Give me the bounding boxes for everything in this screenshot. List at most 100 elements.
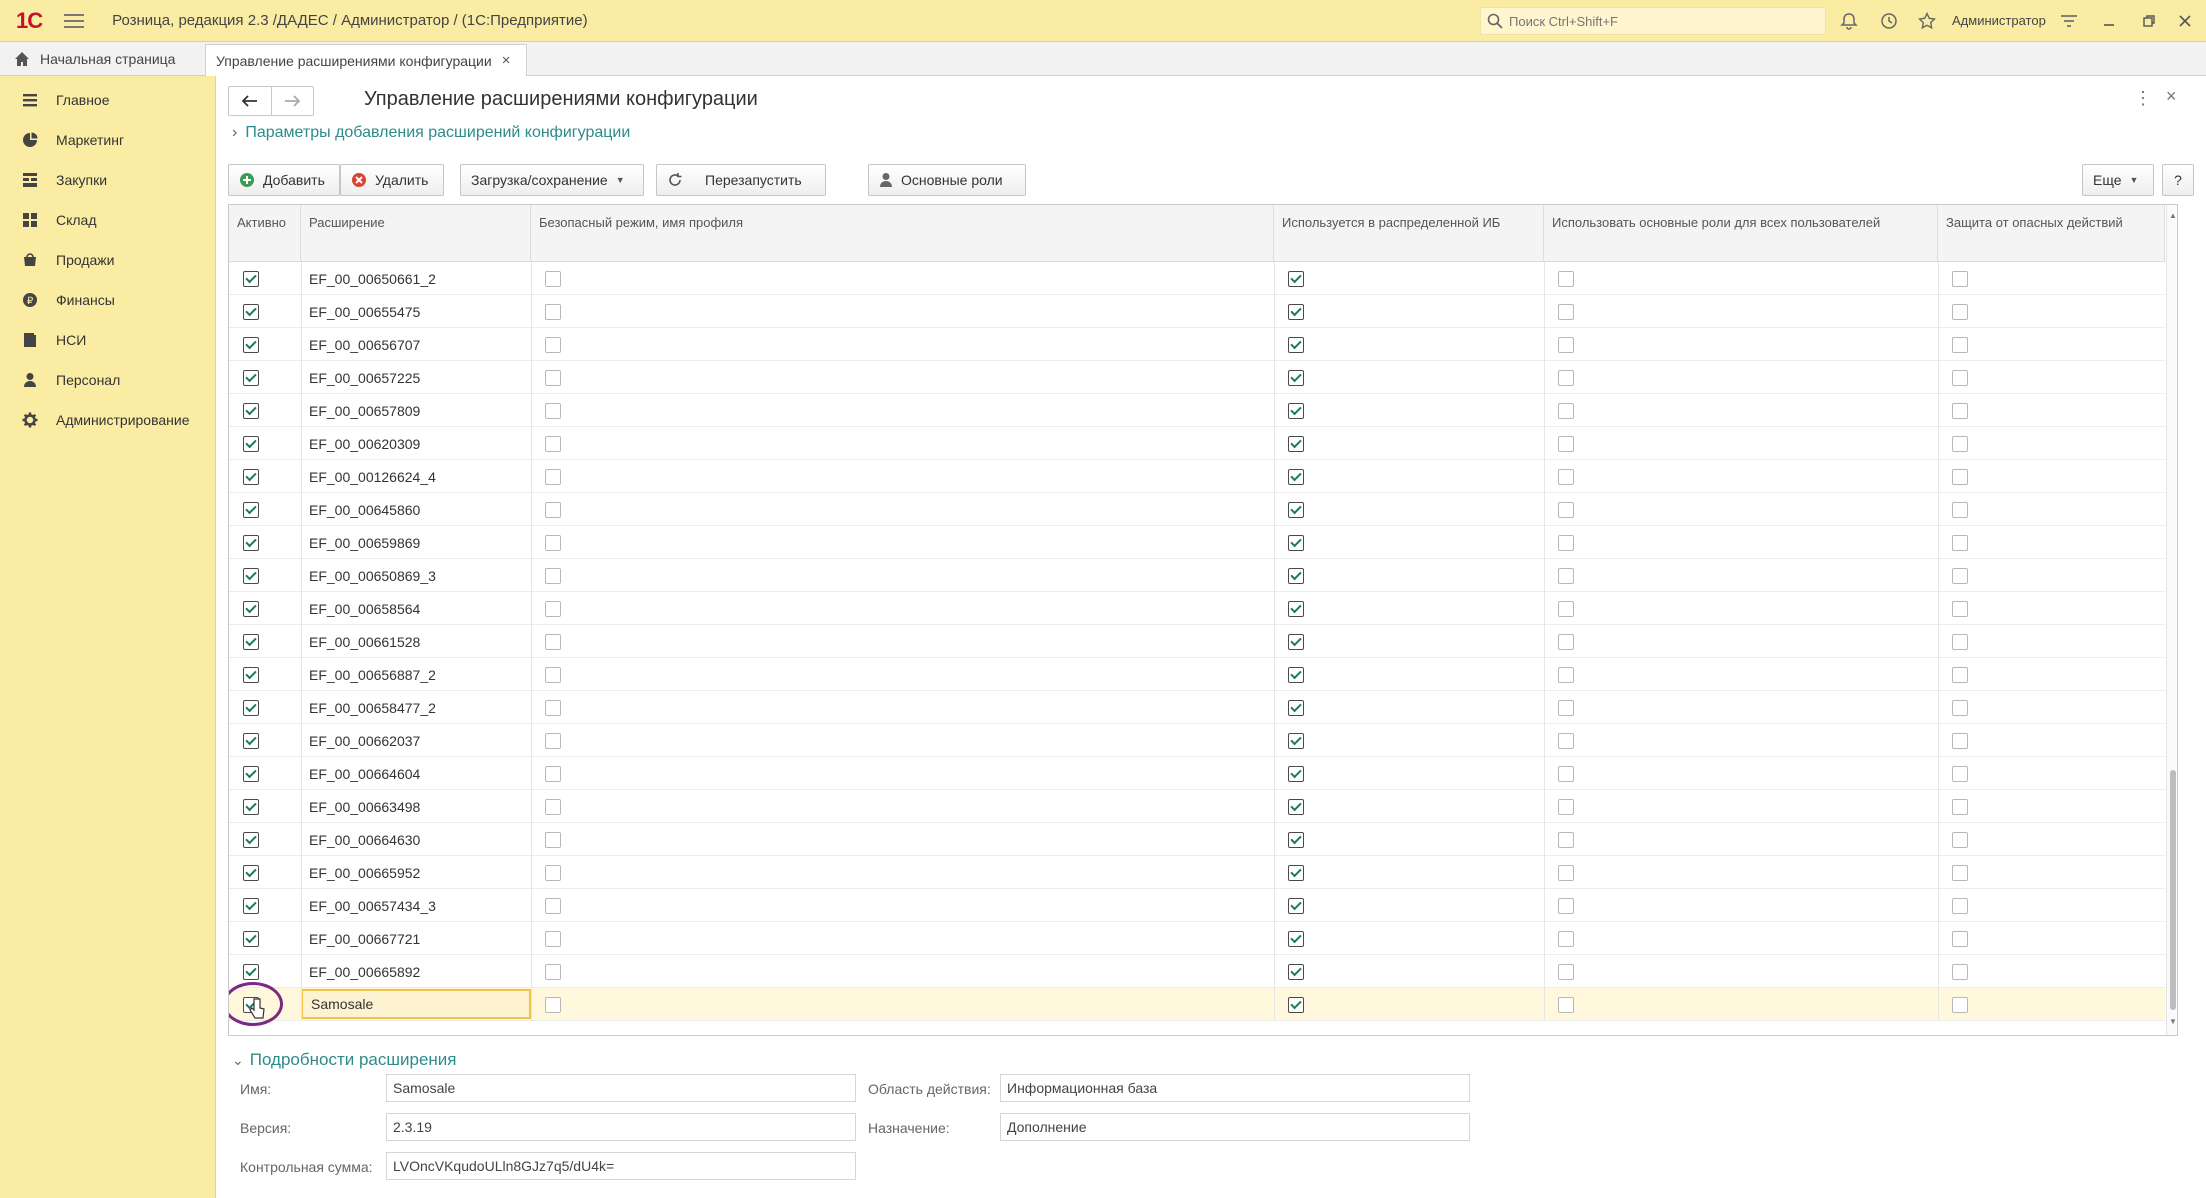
main-roles-checkbox[interactable] <box>1558 468 1574 485</box>
table-row[interactable]: EF_00_00663498 <box>229 790 2165 823</box>
protection-checkbox[interactable] <box>1952 699 1968 716</box>
delete-button[interactable]: Удалить <box>340 164 444 196</box>
column-header-active[interactable]: Активно <box>229 205 301 262</box>
table-row[interactable]: EF_00_00664630 <box>229 823 2165 856</box>
protection-checkbox[interactable] <box>1952 798 1968 815</box>
sidebar-item-administration[interactable]: Администрирование <box>0 400 215 440</box>
protection-checkbox[interactable] <box>1952 831 1968 848</box>
sidebar-item-warehouse[interactable]: Склад <box>0 200 215 240</box>
main-roles-checkbox[interactable] <box>1558 930 1574 947</box>
safe-mode-checkbox[interactable] <box>545 567 561 584</box>
scroll-down-icon[interactable]: ▼ <box>2169 1017 2177 1026</box>
table-row[interactable]: EF_00_00667721 <box>229 922 2165 955</box>
help-button[interactable]: ? <box>2162 164 2194 196</box>
active-checkbox[interactable] <box>243 765 259 782</box>
distributed-checkbox[interactable] <box>1288 435 1304 452</box>
name-field[interactable]: Samosale <box>386 1074 856 1102</box>
tab-extensions[interactable]: Управление расширениями конфигурации × <box>205 44 527 76</box>
hamburger-menu-icon[interactable] <box>64 13 85 28</box>
active-checkbox[interactable] <box>243 732 259 749</box>
active-checkbox[interactable] <box>243 303 259 320</box>
column-header-protection[interactable]: Защита от опасных действий <box>1938 205 2165 262</box>
sidebar-item-finance[interactable]: ₽ Финансы <box>0 280 215 320</box>
protection-checkbox[interactable] <box>1952 567 1968 584</box>
table-row[interactable]: EF_00_00620309 <box>229 427 2165 460</box>
main-roles-checkbox[interactable] <box>1558 402 1574 419</box>
column-header-safe-mode[interactable]: Безопасный режим, имя профиля <box>531 205 1274 262</box>
table-row[interactable]: EF_00_00662037 <box>229 724 2165 757</box>
back-button[interactable] <box>229 87 271 115</box>
active-checkbox[interactable] <box>243 600 259 617</box>
safe-mode-checkbox[interactable] <box>545 270 561 287</box>
active-checkbox[interactable] <box>243 666 259 683</box>
main-roles-checkbox[interactable] <box>1558 303 1574 320</box>
main-roles-checkbox[interactable] <box>1558 864 1574 881</box>
active-checkbox[interactable] <box>243 270 259 287</box>
details-group-toggle[interactable]: ⌄ Подробности расширения <box>232 1050 457 1070</box>
search-input[interactable] <box>1509 13 1809 29</box>
active-checkbox[interactable] <box>243 831 259 848</box>
table-row[interactable]: EF_00_00655475 <box>229 295 2165 328</box>
active-checkbox[interactable] <box>243 336 259 353</box>
safe-mode-checkbox[interactable] <box>545 402 561 419</box>
distributed-checkbox[interactable] <box>1288 600 1304 617</box>
main-roles-checkbox[interactable] <box>1558 336 1574 353</box>
table-row[interactable]: EF_00_00650661_2 <box>229 262 2165 295</box>
table-row[interactable]: EF_00_00658564 <box>229 592 2165 625</box>
main-roles-checkbox[interactable] <box>1558 732 1574 749</box>
protection-checkbox[interactable] <box>1952 369 1968 386</box>
protection-checkbox[interactable] <box>1952 666 1968 683</box>
table-row[interactable]: EF_00_00657434_3 <box>229 889 2165 922</box>
table-row[interactable]: Samosale <box>229 982 2165 1026</box>
distributed-checkbox[interactable] <box>1288 963 1304 980</box>
protection-checkbox[interactable] <box>1952 864 1968 881</box>
distributed-checkbox[interactable] <box>1288 468 1304 485</box>
protection-checkbox[interactable] <box>1952 600 1968 617</box>
active-checkbox[interactable] <box>243 633 259 650</box>
sidebar-item-personnel[interactable]: Персонал <box>0 360 215 400</box>
table-row[interactable]: EF_00_00657225 <box>229 361 2165 394</box>
safe-mode-checkbox[interactable] <box>545 765 561 782</box>
tab-close-icon[interactable]: × <box>502 52 511 69</box>
protection-checkbox[interactable] <box>1952 270 1968 287</box>
safe-mode-checkbox[interactable] <box>545 303 561 320</box>
sidebar-item-purchases[interactable]: Закупки <box>0 160 215 200</box>
favorites-star-icon[interactable] <box>1916 10 1938 32</box>
table-row[interactable]: EF_00_00656887_2 <box>229 658 2165 691</box>
main-roles-checkbox[interactable] <box>1558 831 1574 848</box>
protection-checkbox[interactable] <box>1952 732 1968 749</box>
distributed-checkbox[interactable] <box>1288 501 1304 518</box>
form-close-icon[interactable]: × <box>2166 86 2177 107</box>
safe-mode-checkbox[interactable] <box>545 600 561 617</box>
safe-mode-checkbox[interactable] <box>545 996 561 1013</box>
protection-checkbox[interactable] <box>1952 897 1968 914</box>
protection-checkbox[interactable] <box>1952 468 1968 485</box>
current-user[interactable]: Администратор <box>1952 13 2046 28</box>
table-row[interactable]: EF_00_00657809 <box>229 394 2165 427</box>
main-roles-checkbox[interactable] <box>1558 897 1574 914</box>
distributed-checkbox[interactable] <box>1288 732 1304 749</box>
safe-mode-checkbox[interactable] <box>545 864 561 881</box>
distributed-checkbox[interactable] <box>1288 633 1304 650</box>
column-header-distributed[interactable]: Используется в распределенной ИБ <box>1274 205 1544 262</box>
global-search[interactable] <box>1480 7 1826 35</box>
protection-checkbox[interactable] <box>1952 963 1968 980</box>
main-roles-checkbox[interactable] <box>1558 567 1574 584</box>
active-checkbox[interactable] <box>243 468 259 485</box>
main-roles-button[interactable]: Основные роли <box>868 164 1026 196</box>
active-checkbox[interactable] <box>243 402 259 419</box>
scrollbar-thumb[interactable] <box>2170 770 2176 1010</box>
main-roles-checkbox[interactable] <box>1558 600 1574 617</box>
safe-mode-checkbox[interactable] <box>545 897 561 914</box>
sidebar-item-main[interactable]: Главное <box>0 80 215 120</box>
main-roles-checkbox[interactable] <box>1558 534 1574 551</box>
main-roles-checkbox[interactable] <box>1558 996 1574 1013</box>
safe-mode-checkbox[interactable] <box>545 963 561 980</box>
minimize-icon[interactable] <box>2098 10 2120 32</box>
protection-checkbox[interactable] <box>1952 336 1968 353</box>
distributed-checkbox[interactable] <box>1288 270 1304 287</box>
main-roles-checkbox[interactable] <box>1558 699 1574 716</box>
safe-mode-checkbox[interactable] <box>545 336 561 353</box>
distributed-checkbox[interactable] <box>1288 798 1304 815</box>
bell-icon[interactable] <box>1838 10 1860 32</box>
